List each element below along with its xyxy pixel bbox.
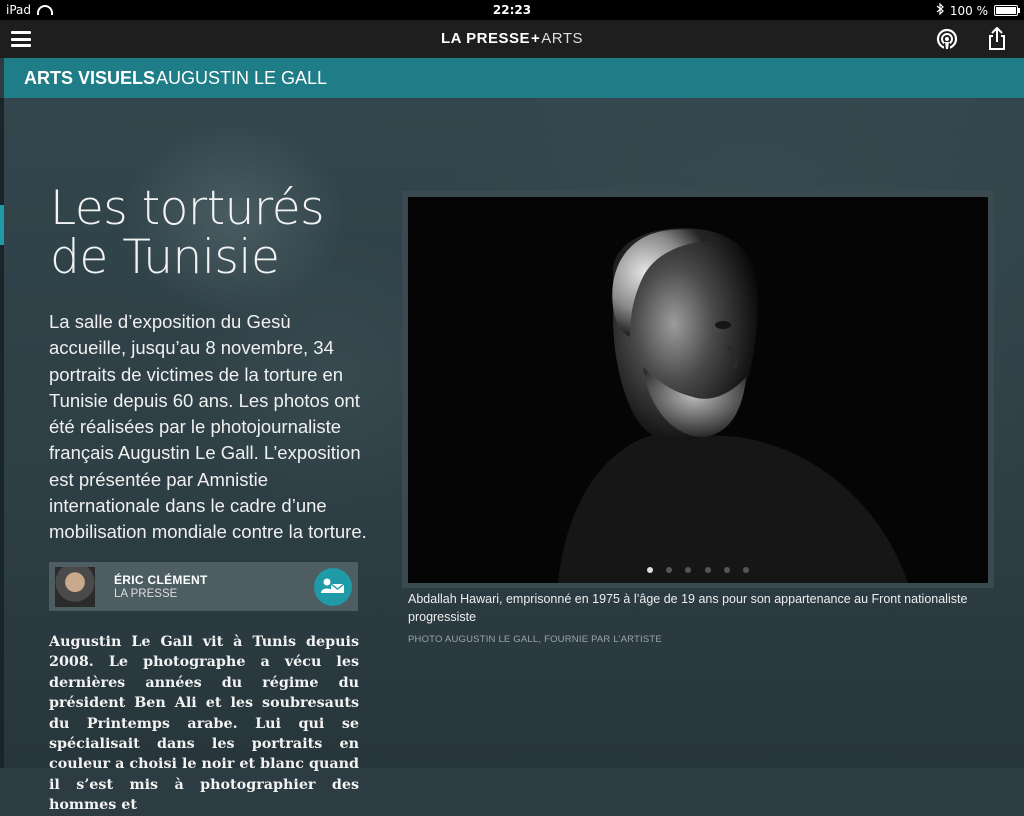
bluetooth-icon <box>936 2 944 18</box>
carousel-dot[interactable] <box>647 567 654 573</box>
article-lead: La salle d’exposition du Gesù accueille,… <box>49 311 367 543</box>
top-nav: LA PRESSE+ARTS <box>0 20 1024 58</box>
brand-main: LA PRESSE <box>441 30 530 47</box>
section-category[interactable]: ARTS VISUELS <box>24 68 155 89</box>
photo-carousel[interactable] <box>408 197 988 583</box>
podcast-icon[interactable] <box>936 28 958 50</box>
author-card[interactable]: ÉRIC CLÉMENT LA PRESSE <box>49 562 358 611</box>
left-edge-indicator <box>0 205 4 245</box>
contact-icon <box>321 578 345 593</box>
status-bar: iPad 22:23 100 % <box>0 0 1024 20</box>
article-title: Les torturés de Tunisie <box>50 184 390 282</box>
title-line-1: Les torturés <box>50 181 325 236</box>
portrait-photo <box>408 197 988 583</box>
carousel-dot[interactable] <box>742 567 749 573</box>
contact-author-button[interactable] <box>314 568 352 606</box>
battery-percent: 100 % <box>949 3 988 18</box>
title-line-2: de Tunisie <box>50 230 280 285</box>
left-edge <box>0 98 4 768</box>
carousel-dot[interactable] <box>704 567 711 573</box>
photo-credit: PHOTO AUGUSTIN LE GALL, FOURNIE PAR L’AR… <box>408 634 662 645</box>
carousel-dot[interactable] <box>723 567 730 573</box>
battery-icon <box>994 5 1020 16</box>
section-bar: ARTS VISUELS AUGUSTIN LE GALL <box>4 58 1024 98</box>
avatar <box>55 567 95 607</box>
share-icon[interactable] <box>987 26 1007 51</box>
article-body: Augustin Le Gall vit à Tunis depuis 2008… <box>49 634 359 814</box>
carousel-dot[interactable] <box>685 567 692 573</box>
brand-section: ARTS <box>541 30 583 47</box>
author-name: ÉRIC CLÉMENT <box>114 573 208 587</box>
carousel-dot[interactable] <box>666 567 673 573</box>
brand-logo[interactable]: LA PRESSE+ARTS <box>0 30 1024 47</box>
author-org: LA PRESSE <box>114 588 178 600</box>
clock: 22:23 <box>492 3 532 17</box>
carousel-dots[interactable] <box>408 558 988 577</box>
section-subject: AUGUSTIN LE GALL <box>156 68 328 88</box>
photo-caption: Abdallah Hawari, emprisonné en 1975 à l’… <box>408 592 968 624</box>
brand-plus: + <box>530 30 541 47</box>
